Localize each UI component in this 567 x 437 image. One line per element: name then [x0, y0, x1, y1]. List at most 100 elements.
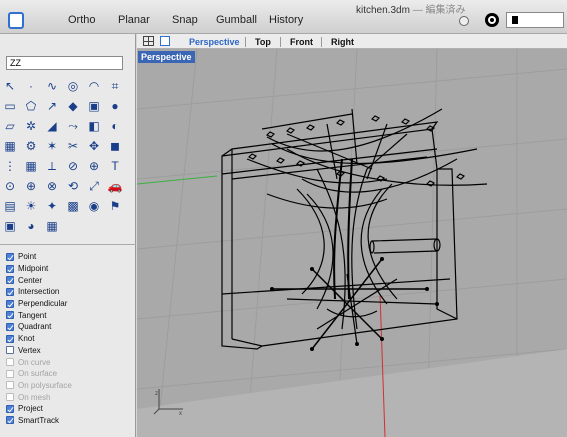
curve-icon[interactable]: ∿	[43, 77, 61, 95]
osnap-center[interactable]: Center	[6, 274, 134, 286]
gumball-button[interactable]: Gumball	[216, 14, 257, 26]
history-button[interactable]: History	[269, 14, 303, 26]
osnap-knot[interactable]: Knot	[6, 333, 134, 345]
checkbox[interactable]	[6, 252, 14, 261]
checkbox[interactable]	[6, 264, 14, 273]
solid-icon[interactable]: ◼	[106, 137, 124, 155]
osnap-midpoint[interactable]: Midpoint	[6, 263, 134, 275]
gear-icon[interactable]: ⚙	[22, 137, 40, 155]
osnap-on-mesh: On mesh	[6, 391, 134, 403]
sphere-render-icon[interactable]: ◕	[22, 217, 40, 235]
arc-icon[interactable]: ◠	[85, 77, 103, 95]
join-icon[interactable]: ⊕	[85, 157, 103, 175]
checkbox[interactable]	[6, 334, 14, 343]
zoom-icon[interactable]: ⊕	[22, 177, 40, 195]
scale-icon[interactable]: ⤢	[85, 177, 103, 195]
ruler-icon[interactable]: ⟂	[43, 157, 61, 175]
rectangle-icon[interactable]: ▭	[1, 97, 19, 115]
star-icon[interactable]: ✶	[43, 137, 61, 155]
panel-toggle-icon[interactable]	[8, 12, 24, 29]
checkbox[interactable]	[6, 322, 14, 331]
osnap-quadrant[interactable]: Quadrant	[6, 321, 134, 333]
extrude-icon[interactable]: ◆	[64, 97, 82, 115]
checkbox	[6, 381, 14, 390]
array-icon[interactable]: ⋮	[1, 157, 19, 175]
osnap-project[interactable]: Project	[6, 403, 134, 415]
polygon-icon[interactable]: ⬠	[22, 97, 40, 115]
osnap-tangent[interactable]: Tangent	[6, 309, 134, 321]
car-icon[interactable]: 🚗	[106, 177, 124, 195]
layer-color-swatch	[512, 16, 518, 24]
split-icon[interactable]: ⊘	[64, 157, 82, 175]
single-view-icon[interactable]	[160, 36, 170, 46]
freeform-icon[interactable]: ▱	[1, 117, 19, 135]
tab-front[interactable]: Front	[290, 37, 313, 47]
record-history-icon[interactable]	[459, 16, 469, 26]
viewport-title-label[interactable]: Perspective	[138, 51, 195, 63]
cap-icon[interactable]: ◐	[106, 117, 124, 135]
fillet-icon[interactable]: ✲	[22, 117, 40, 135]
point-icon[interactable]: ·	[22, 77, 40, 95]
rotate-icon[interactable]: ⟲	[64, 177, 82, 195]
snap-icon[interactable]: ⊙	[1, 177, 19, 195]
osnap-label: On mesh	[18, 392, 51, 402]
svg-text:x: x	[179, 411, 182, 415]
trim-icon[interactable]: ✂	[64, 137, 82, 155]
ortho-button[interactable]: Ortho	[68, 14, 96, 26]
checkbox[interactable]	[6, 311, 14, 320]
color-icon[interactable]: ◉	[85, 197, 103, 215]
surface-icon[interactable]: ⌗	[106, 77, 124, 95]
pan-icon[interactable]: ⊗	[43, 177, 61, 195]
checkbox	[6, 393, 14, 402]
interpolate-curve-icon[interactable]: ↗	[43, 97, 61, 115]
osnap-label: Center	[18, 275, 43, 285]
checkbox[interactable]	[6, 346, 14, 355]
osnap-point[interactable]: Point	[6, 251, 134, 263]
tab-perspective[interactable]: Perspective	[189, 37, 240, 47]
snap-button[interactable]: Snap	[172, 14, 198, 26]
viewport-canvas[interactable]	[137, 49, 567, 437]
render-icon[interactable]: ☀	[22, 197, 40, 215]
perspective-viewport[interactable]: Perspective z x	[137, 49, 567, 437]
grid-icon[interactable]: ▦	[22, 157, 40, 175]
chamfer-icon[interactable]: ◢	[43, 117, 61, 135]
osnap-intersection[interactable]: Intersection	[6, 286, 134, 298]
text-icon[interactable]: T	[106, 157, 124, 175]
svg-text:z: z	[155, 391, 158, 397]
checkbox	[6, 369, 14, 378]
boolean-icon[interactable]: ◧	[85, 117, 103, 135]
sphere-icon[interactable]: ●	[106, 97, 124, 115]
tab-separator	[280, 37, 281, 47]
light-icon[interactable]: ✦	[43, 197, 61, 215]
circle-icon[interactable]: ◎	[64, 77, 82, 95]
tab-top[interactable]: Top	[255, 37, 271, 47]
window-controls[interactable]	[6, 1, 30, 5]
patch-icon[interactable]: ▦	[1, 137, 19, 155]
display-mode-icon[interactable]	[485, 13, 499, 27]
box-icon[interactable]: ▣	[85, 97, 103, 115]
osnap-perpendicular[interactable]: Perpendicular	[6, 298, 134, 310]
layer-icon[interactable]: ▤	[1, 197, 19, 215]
planar-button[interactable]: Planar	[118, 14, 150, 26]
checkbox[interactable]	[6, 416, 14, 425]
osnap-vertex[interactable]: Vertex	[6, 345, 134, 357]
move-icon[interactable]: ✥	[85, 137, 103, 155]
view-icon[interactable]: ▣	[1, 217, 19, 235]
four-view-icon[interactable]	[143, 36, 154, 46]
checkbox[interactable]	[6, 299, 14, 308]
document-name: kitchen.3dm	[356, 5, 410, 16]
checkbox[interactable]	[6, 276, 14, 285]
osnap-label: Point	[18, 252, 37, 262]
osnap-label: Project	[18, 404, 43, 414]
settings-icon[interactable]: ⚑	[106, 197, 124, 215]
select-arrow-icon[interactable]: ↖	[1, 77, 19, 95]
checkbox[interactable]	[6, 287, 14, 296]
blend-icon[interactable]: ⤳	[64, 117, 82, 135]
osnap-smarttrack[interactable]: SmartTrack	[6, 415, 134, 427]
command-input[interactable]	[6, 56, 123, 70]
texture-icon[interactable]: ▦	[43, 217, 61, 235]
tab-right[interactable]: Right	[331, 37, 354, 47]
checkbox[interactable]	[6, 404, 14, 413]
material-icon[interactable]: ▩	[64, 197, 82, 215]
layer-color-selector[interactable]	[506, 12, 564, 28]
